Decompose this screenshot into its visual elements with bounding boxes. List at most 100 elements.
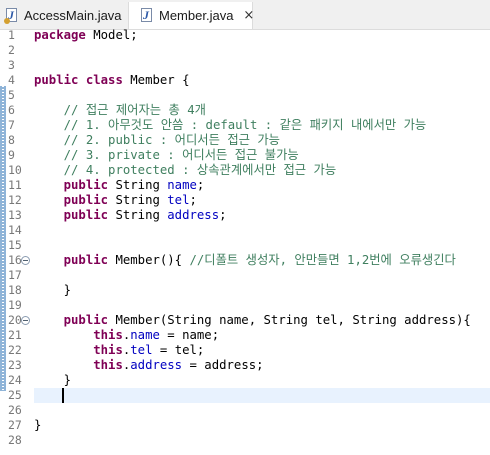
code-token: // 1. 아무것도 안씀 : default : 같은 패키지 내에서만 가능	[63, 118, 427, 132]
code-line[interactable]: 16 public Member(){ //디폴트 생성자, 안만들면 1,2번…	[0, 253, 490, 268]
code-line[interactable]: 14	[0, 223, 490, 238]
line-number: 3	[8, 58, 15, 72]
code-line[interactable]: 12 public String tel;	[0, 193, 490, 208]
line-number: 25	[8, 388, 22, 402]
code-token: String	[108, 193, 168, 207]
code-token: package	[34, 28, 86, 42]
code-line[interactable]: 7 // 1. 아무것도 안씀 : default : 같은 패키지 내에서만 …	[0, 118, 490, 133]
code-line[interactable]: 13 public String address;	[0, 208, 490, 223]
code-line[interactable]: 21 this.name = name;	[0, 328, 490, 343]
fold-toggle-icon[interactable]	[21, 256, 30, 265]
code-token: Member {	[122, 73, 190, 87]
line-source: this.tel = tel;	[34, 343, 204, 358]
code-token: public	[63, 253, 109, 267]
java-file-icon: J	[4, 7, 20, 24]
line-source: public String name;	[34, 178, 205, 193]
line-source: package Model;	[34, 28, 138, 43]
code-token: }	[34, 373, 72, 387]
code-token: this	[93, 328, 123, 342]
code-token: //디폴트 생성자, 안만들면 1,2번에 오류생긴다	[189, 253, 456, 267]
code-token: public	[63, 313, 109, 327]
line-number: 10	[8, 163, 22, 177]
code-token: this	[93, 358, 123, 372]
code-token: String	[108, 208, 168, 222]
line-number: 22	[8, 343, 22, 357]
code-line[interactable]: 22 this.tel = tel;	[0, 343, 490, 358]
code-line[interactable]: 5	[0, 88, 490, 103]
code-token: = name;	[159, 328, 220, 342]
code-line[interactable]: 20 public Member(String name, String tel…	[0, 313, 490, 328]
code-line[interactable]: 4 public class Member {	[0, 73, 490, 88]
code-line[interactable]: 24 }	[0, 373, 490, 388]
close-icon[interactable]: ×	[243, 8, 254, 23]
code-line[interactable]: 28	[0, 433, 490, 448]
code-token: // 4. protected : 상속관계에서만 접근 가능	[63, 163, 337, 177]
code-token: ;	[219, 208, 227, 222]
code-token: this	[93, 343, 123, 357]
code-line[interactable]: 8 // 2. public : 어디서든 접근 가능	[0, 133, 490, 148]
line-number: 21	[8, 328, 22, 342]
line-source: public String address;	[34, 208, 227, 223]
code-token: tel	[167, 193, 190, 207]
line-number: 13	[8, 208, 22, 222]
code-line[interactable]: 23 this.address = address;	[0, 358, 490, 373]
tab-accessmain[interactable]: J AccessMain.java	[0, 2, 128, 29]
line-source: }	[34, 418, 41, 433]
code-line[interactable]: 6 // 접근 제어자는 총 4개	[0, 103, 490, 118]
line-number: 28	[8, 433, 22, 447]
code-line[interactable]: 2	[0, 43, 490, 58]
tab-member[interactable]: J Member.java ×	[128, 2, 254, 29]
code-token: Member(String name, String tel, String a…	[108, 313, 471, 327]
code-token: = address;	[182, 358, 264, 372]
line-number: 17	[8, 268, 22, 282]
code-token: String	[108, 178, 168, 192]
java-file-icon: J	[139, 7, 155, 24]
line-number: 7	[8, 118, 15, 132]
code-line[interactable]: 27}	[0, 418, 490, 433]
code-line[interactable]: 10 // 4. protected : 상속관계에서만 접근 가능	[0, 163, 490, 178]
code-line[interactable]: 19	[0, 298, 490, 313]
line-number: 5	[8, 88, 15, 102]
code-token: = tel;	[152, 343, 205, 357]
line-number: 2	[8, 43, 15, 57]
code-token: tel	[130, 343, 153, 357]
code-line[interactable]: 25	[0, 388, 490, 403]
line-number: 8	[8, 133, 15, 147]
code-line[interactable]: 15	[0, 238, 490, 253]
code-line[interactable]: 9 // 3. private : 어디서든 접근 불가능	[0, 148, 490, 163]
line-number: 11	[8, 178, 22, 192]
line-number: 19	[8, 298, 22, 312]
line-number: 26	[8, 403, 22, 417]
code-line[interactable]: 1 package Model;	[0, 28, 490, 43]
line-number: 14	[8, 223, 22, 237]
code-token: Member(){	[108, 253, 190, 267]
code-token: address	[167, 208, 220, 222]
line-source: // 2. public : 어디서든 접근 가능	[34, 133, 280, 148]
code-line[interactable]: 11 public String name;	[0, 178, 490, 193]
text-cursor	[62, 388, 64, 403]
code-token: // 2. public : 어디서든 접근 가능	[63, 133, 280, 147]
code-line[interactable]: 18 }	[0, 283, 490, 298]
code-line[interactable]: 26	[0, 403, 490, 418]
line-source: // 1. 아무것도 안씀 : default : 같은 패키지 내에서만 가능	[34, 118, 427, 133]
line-number: 15	[8, 238, 22, 252]
fold-toggle-icon[interactable]	[21, 316, 30, 325]
line-source: // 접근 제어자는 총 4개	[34, 103, 206, 118]
editor-tab-bar: J AccessMain.java J Member.java ×	[0, 0, 490, 30]
line-number: 23	[8, 358, 22, 372]
code-line[interactable]: 17	[0, 268, 490, 283]
code-token: // 접근 제어자는 총 4개	[63, 103, 206, 117]
line-source: }	[34, 283, 71, 298]
line-source: public class Member {	[34, 73, 190, 88]
line-source: // 4. protected : 상속관계에서만 접근 가능	[34, 163, 337, 178]
code-token: ;	[189, 193, 197, 207]
line-source: // 3. private : 어디서든 접근 불가능	[34, 148, 299, 163]
code-line[interactable]: 3	[0, 58, 490, 73]
code-token: name	[167, 178, 197, 192]
